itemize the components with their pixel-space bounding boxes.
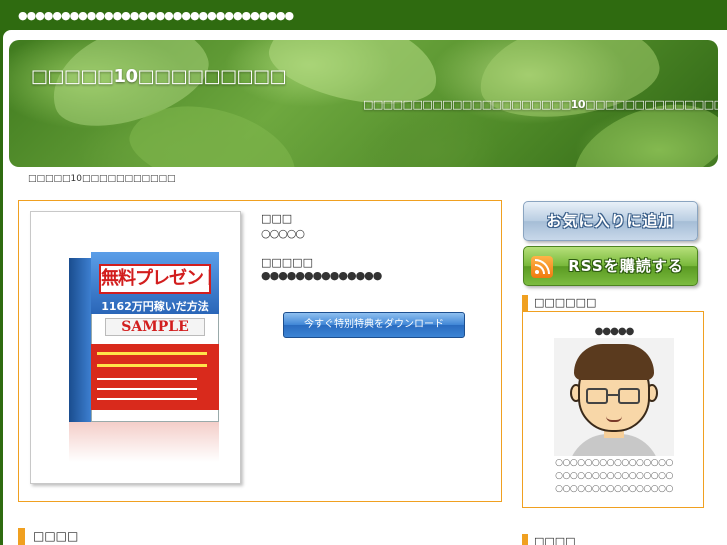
add-favorite-button[interactable]: お気に入りに追加 (523, 201, 698, 241)
breadcrumb[interactable]: □□□□□10□□□□□□□□□□□ (28, 174, 176, 184)
package-line (97, 388, 197, 390)
avatar (554, 338, 674, 456)
product-box: 無料プレゼント 1162万円稼いだ方法 SAMPLE □□□ ○○○○○ □□□… (18, 200, 502, 502)
profile-text-line: ○○○○○○○○○○○○○○○○ (555, 458, 673, 468)
top-bar: ●●●●●●●●●●●●●●●●●●●●●●●●●●●●●●●● (0, 0, 727, 30)
product-name-value: ○○○○○ (261, 227, 305, 240)
sidebar-next-heading: □□□□ (522, 534, 576, 545)
download-button[interactable]: 今すぐ特別特典をダウンロード (283, 312, 465, 338)
product-author-value: ●●●●●●●●●●●●●● (261, 269, 382, 282)
profile-text-line: ○○○○○○○○○○○○○○○○ (555, 471, 673, 481)
package-line (97, 398, 197, 400)
site-description: □□□□□□□□□□□□□□□□□□□□□10□□□□□□□□□□□□□□□ (363, 98, 718, 111)
rss-subscribe-button[interactable]: RSSを購読する (523, 246, 698, 286)
product-image-frame: 無料プレゼント 1162万円稼いだ方法 SAMPLE (30, 211, 241, 484)
package-line (97, 364, 207, 367)
rss-subscribe-label: RSSを購読する (568, 257, 684, 275)
site-header: □□□□□10□□□□□□□□□ □□□□□□□□□□□□□□□□□□□□□10… (9, 40, 718, 167)
package-line (97, 352, 207, 355)
profile-box: ●●●●● ○○○○○○○○○○○○○○○○ ○○○○○○○○○○○○○○○○ … (522, 311, 704, 508)
product-package-image: 無料プレゼント 1162万円稼いだ方法 SAMPLE (69, 252, 219, 422)
product-name-label: □□□ (261, 212, 293, 225)
product-author-label: □□□□□ (261, 256, 313, 269)
package-sample-label: SAMPLE (105, 318, 205, 336)
top-bar-text: ●●●●●●●●●●●●●●●●●●●●●●●●●●●●●●●● (18, 9, 294, 22)
site-title[interactable]: □□□□□10□□□□□□□□□ (31, 66, 287, 87)
profile-heading: □□□□□□ (522, 295, 596, 311)
add-favorite-label: お気に入りに追加 (546, 212, 675, 230)
profile-text-line: ○○○○○○○○○○○○○○○○ (555, 484, 673, 494)
content-section-heading: □□□□ (18, 528, 502, 545)
package-side (69, 258, 91, 422)
package-subtitle: 1162万円稼いだ方法 (101, 300, 209, 313)
package-reflection (69, 422, 219, 462)
rss-icon (531, 256, 553, 278)
package-banner: 無料プレゼント (99, 264, 211, 294)
profile-name: ●●●●● (594, 326, 635, 337)
package-line (97, 378, 197, 380)
